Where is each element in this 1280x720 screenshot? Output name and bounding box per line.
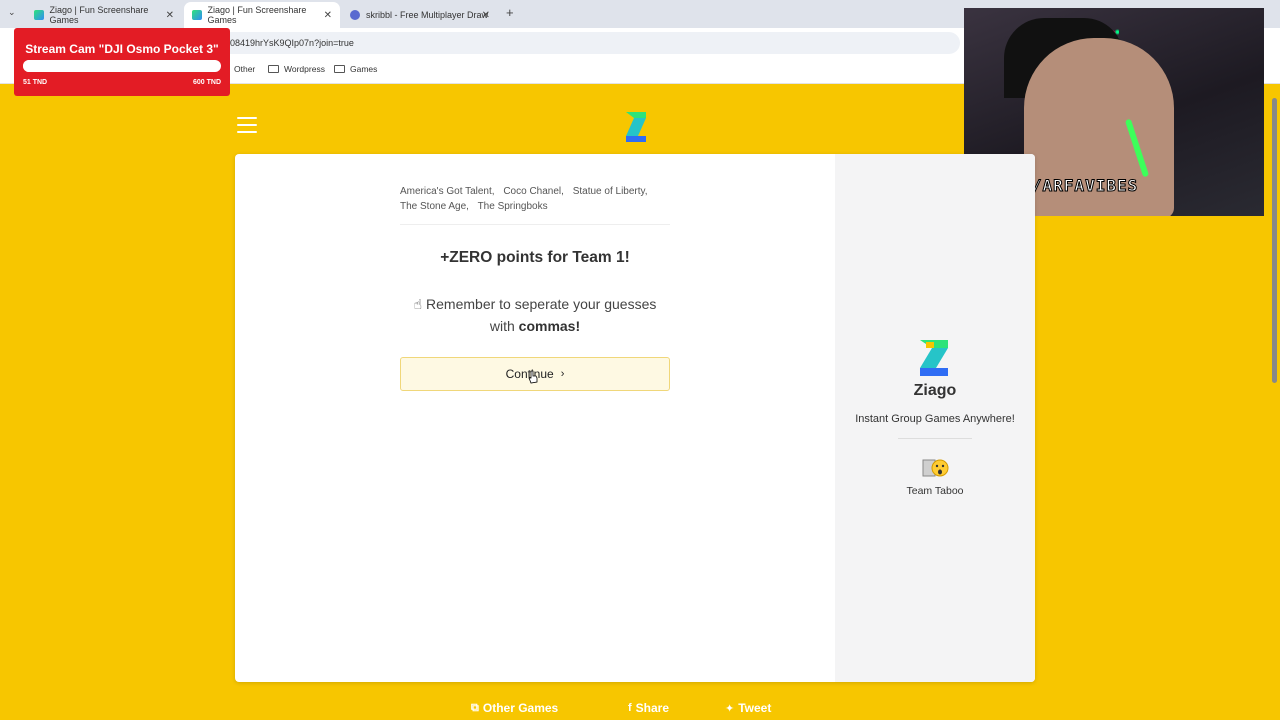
brand-tagline: Instant Group Games Anywhere! [855, 413, 1015, 425]
answer-item: Statue of Liberty, [572, 186, 648, 197]
tab-title: Ziago | Fun Screenshare Games [49, 5, 149, 25]
ziago-favicon-icon [34, 10, 44, 20]
answer-item: America's Got Talent, [400, 186, 495, 197]
bookmark-games[interactable]: Games [334, 64, 377, 74]
chevron-right-icon: › [560, 368, 565, 380]
reminder-emphasis: commas! [518, 318, 581, 334]
page-scrollbar[interactable] [1270, 86, 1278, 720]
other-games-link[interactable]: ⧉ Other Games [471, 701, 558, 715]
external-link-icon: ⧉ [471, 701, 479, 714]
donation-progress-fill [23, 60, 40, 72]
folder-icon [268, 65, 279, 73]
ziago-logo-icon[interactable] [622, 110, 650, 144]
donation-target-amount: 600 TND [192, 79, 221, 86]
tab-title: skribbl - Free Multiplayer Draw [366, 10, 488, 20]
tab-search-chevron-icon[interactable]: ⌄ [8, 7, 16, 18]
brand-name: Ziago [913, 382, 957, 399]
sidebar-divider [898, 438, 972, 439]
close-tab-icon[interactable]: ✕ [324, 10, 332, 21]
answer-item: Coco Chanel, [503, 186, 564, 197]
pointing-finger-icon: ☝ [413, 296, 423, 312]
folder-icon [334, 65, 345, 73]
ziago-favicon-icon [192, 10, 202, 20]
donation-goal-widget: Stream Cam "DJI Osmo Pocket 3" 51 TND 60… [14, 28, 230, 96]
share-link[interactable]: f Share [628, 701, 669, 715]
hamburger-menu-icon[interactable] [237, 117, 257, 133]
new-tab-plus-icon[interactable]: + [506, 5, 514, 20]
tweet-link[interactable]: ✦ Tweet [725, 701, 771, 715]
scrollbar-thumb[interactable] [1272, 98, 1277, 383]
url-field[interactable]: 08419hrYsK9QIp07n?join=true [220, 32, 960, 54]
close-tab-icon[interactable]: ✕ [482, 10, 490, 21]
browser-tab-active[interactable]: Ziago | Fun Screenshare Games ✕ [184, 2, 340, 28]
skribbl-favicon-icon [350, 10, 360, 20]
ziago-brand-logo-icon [920, 340, 948, 376]
donation-progress-bar [23, 60, 221, 72]
game-name[interactable]: Team Taboo [835, 485, 1035, 497]
twitter-icon: ✦ [725, 702, 735, 715]
browser-tab[interactable]: skribbl - Free Multiplayer Draw ✕ [342, 2, 498, 28]
hand-cursor-icon [528, 370, 538, 384]
answer-item: The Stone Age, [400, 201, 469, 212]
donation-goal-title: Stream Cam "DJI Osmo Pocket 3" [25, 42, 219, 56]
browser-tab[interactable]: Ziago | Fun Screenshare Games ✕ [26, 2, 182, 28]
team-taboo-icon[interactable] [920, 454, 950, 480]
facebook-icon: f [628, 702, 632, 714]
close-tab-icon[interactable]: ✕ [166, 10, 174, 21]
donation-current-amount: 51 TND [23, 79, 48, 86]
answer-item: The Springboks [477, 201, 548, 212]
points-result: +ZERO points for Team 1! [440, 249, 630, 266]
bookmark-other[interactable]: Other [234, 64, 255, 74]
answer-list: America's Got Talent, Coco Chanel, Statu… [400, 184, 670, 225]
tab-title: Ziago | Fun Screenshare Games [207, 5, 307, 25]
reminder-message: ☝ Remember to seperate your guesses with… [400, 293, 670, 337]
bookmark-wordpress[interactable]: Wordpress [268, 64, 325, 74]
